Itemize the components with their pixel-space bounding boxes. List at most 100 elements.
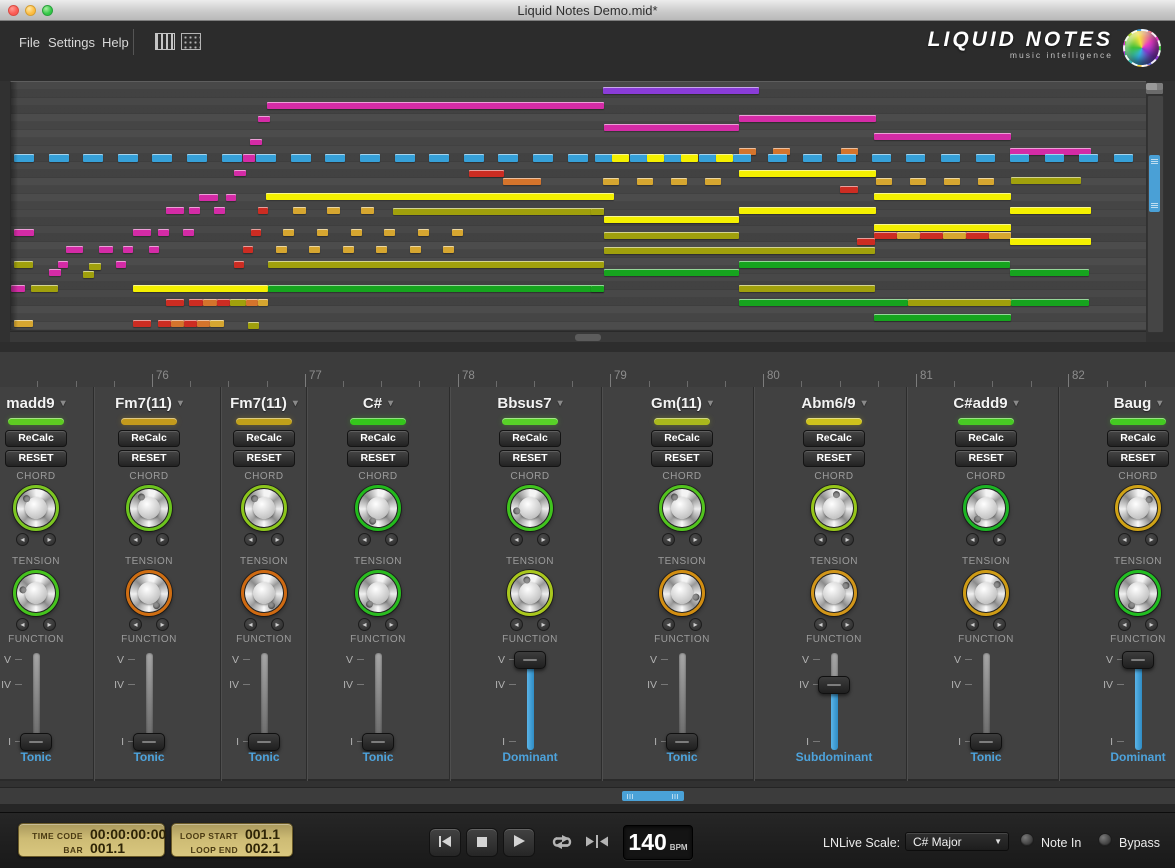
recalc-button[interactable]: ReCalc bbox=[803, 430, 865, 447]
chord-knob[interactable] bbox=[963, 485, 1009, 531]
midi-note[interactable] bbox=[716, 154, 733, 162]
midi-note[interactable] bbox=[214, 207, 225, 214]
tension-next-button[interactable]: ▸ bbox=[156, 618, 169, 631]
chord-name[interactable]: C#▾ bbox=[323, 395, 433, 412]
midi-note[interactable] bbox=[989, 232, 1011, 239]
chord-next-button[interactable]: ▸ bbox=[271, 533, 284, 546]
midi-note[interactable] bbox=[83, 271, 94, 278]
rewind-button[interactable] bbox=[429, 828, 461, 857]
midi-note[interactable] bbox=[429, 154, 449, 162]
menu-help[interactable]: Help bbox=[102, 35, 129, 50]
tension-prev-button[interactable]: ◂ bbox=[662, 618, 675, 631]
midi-note[interactable] bbox=[89, 263, 101, 270]
chord-prev-button[interactable]: ◂ bbox=[510, 533, 523, 546]
midi-note[interactable] bbox=[647, 154, 664, 162]
tension-prev-button[interactable]: ◂ bbox=[966, 618, 979, 631]
midi-note[interactable] bbox=[99, 246, 113, 253]
chord-knob[interactable] bbox=[13, 485, 59, 531]
midi-note[interactable] bbox=[49, 269, 61, 276]
tension-knob[interactable] bbox=[1115, 570, 1161, 616]
midi-note[interactable] bbox=[410, 246, 421, 253]
reset-button[interactable]: RESET bbox=[1107, 450, 1169, 467]
midi-note[interactable] bbox=[604, 269, 739, 276]
midi-note[interactable] bbox=[591, 208, 604, 215]
midi-note[interactable] bbox=[630, 154, 648, 162]
chord-name[interactable]: Gm(11)▾ bbox=[627, 395, 737, 412]
midi-note[interactable] bbox=[966, 232, 989, 239]
tension-knob[interactable] bbox=[13, 570, 59, 616]
midi-note[interactable] bbox=[258, 207, 268, 214]
chord-knob[interactable] bbox=[1115, 485, 1161, 531]
midi-note[interactable] bbox=[604, 232, 739, 239]
bpm-display[interactable]: 140BPM bbox=[623, 825, 693, 860]
midi-note[interactable] bbox=[248, 322, 259, 329]
chord-knob[interactable] bbox=[241, 485, 287, 531]
midi-note[interactable] bbox=[705, 178, 721, 185]
chord-name[interactable]: Fm7(11)▾ bbox=[209, 395, 319, 412]
reset-button[interactable]: RESET bbox=[499, 450, 561, 467]
midi-note[interactable] bbox=[803, 154, 822, 162]
midi-note[interactable] bbox=[837, 154, 856, 162]
midi-note[interactable] bbox=[166, 207, 184, 214]
recalc-button[interactable]: ReCalc bbox=[955, 430, 1017, 447]
midi-note[interactable] bbox=[258, 299, 268, 306]
reset-button[interactable]: RESET bbox=[955, 450, 1017, 467]
chord-prev-button[interactable]: ◂ bbox=[16, 533, 29, 546]
midi-note[interactable] bbox=[739, 261, 1010, 268]
pattern-grid-icon[interactable] bbox=[181, 33, 201, 50]
midi-note[interactable] bbox=[149, 246, 159, 253]
midi-note[interactable] bbox=[317, 229, 328, 236]
midi-note[interactable] bbox=[671, 178, 687, 185]
midi-note[interactable] bbox=[133, 229, 151, 236]
function-slider-handle[interactable] bbox=[1122, 651, 1154, 669]
midi-note[interactable] bbox=[664, 154, 682, 162]
chord-prev-button[interactable]: ◂ bbox=[244, 533, 257, 546]
midi-note[interactable] bbox=[612, 154, 629, 162]
chord-knob[interactable] bbox=[659, 485, 705, 531]
tension-next-button[interactable]: ▸ bbox=[841, 618, 854, 631]
timeline-ruler[interactable]: 76 77 78 79 80 81 82 bbox=[0, 352, 1175, 387]
midi-note[interactable] bbox=[976, 154, 995, 162]
vertical-scrollbar[interactable] bbox=[1147, 95, 1164, 333]
function-slider-handle[interactable] bbox=[666, 733, 698, 751]
chord-next-button[interactable]: ▸ bbox=[43, 533, 56, 546]
chord-next-button[interactable]: ▸ bbox=[993, 533, 1006, 546]
midi-note[interactable] bbox=[250, 139, 262, 145]
chord-prev-button[interactable]: ◂ bbox=[358, 533, 371, 546]
midi-note[interactable] bbox=[327, 207, 340, 214]
tension-knob[interactable] bbox=[811, 570, 857, 616]
punch-in-icon[interactable] bbox=[586, 835, 608, 853]
chord-next-button[interactable]: ▸ bbox=[1145, 533, 1158, 546]
tension-knob[interactable] bbox=[963, 570, 1009, 616]
tension-prev-button[interactable]: ◂ bbox=[814, 618, 827, 631]
midi-note[interactable] bbox=[217, 299, 230, 306]
midi-note[interactable] bbox=[199, 194, 218, 201]
chord-knob[interactable] bbox=[507, 485, 553, 531]
midi-note[interactable] bbox=[116, 261, 126, 268]
tension-next-button[interactable]: ▸ bbox=[993, 618, 1006, 631]
midi-note[interactable] bbox=[243, 246, 253, 253]
play-button[interactable] bbox=[503, 828, 535, 857]
midi-note[interactable] bbox=[158, 229, 169, 236]
midi-note[interactable] bbox=[268, 285, 604, 292]
midi-note[interactable] bbox=[739, 115, 876, 122]
chord-next-button[interactable]: ▸ bbox=[537, 533, 550, 546]
midi-note[interactable] bbox=[876, 178, 892, 185]
midi-note[interactable] bbox=[739, 285, 875, 292]
midi-note[interactable] bbox=[897, 232, 920, 239]
midi-note[interactable] bbox=[49, 154, 69, 162]
midi-note[interactable] bbox=[268, 261, 604, 268]
menu-settings[interactable]: Settings bbox=[48, 35, 95, 50]
tension-next-button[interactable]: ▸ bbox=[43, 618, 56, 631]
tension-prev-button[interactable]: ◂ bbox=[1118, 618, 1131, 631]
recalc-button[interactable]: ReCalc bbox=[651, 430, 713, 447]
midi-note[interactable] bbox=[234, 261, 244, 268]
midi-note[interactable] bbox=[203, 299, 217, 306]
midi-note[interactable] bbox=[733, 154, 751, 162]
midi-note[interactable] bbox=[243, 154, 255, 162]
tension-knob[interactable] bbox=[241, 570, 287, 616]
chord-knob[interactable] bbox=[126, 485, 172, 531]
midi-note[interactable] bbox=[189, 299, 203, 306]
midi-note[interactable] bbox=[189, 207, 200, 214]
midi-note[interactable] bbox=[184, 320, 197, 327]
